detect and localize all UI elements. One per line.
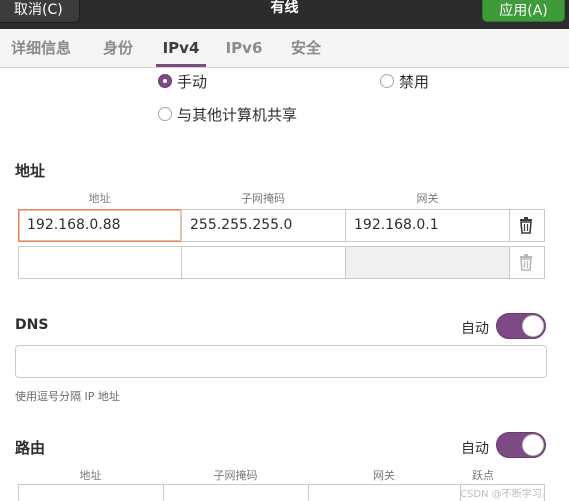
address-input[interactable]: 192.168.0.88 xyxy=(18,209,182,242)
route-netmask-input[interactable] xyxy=(163,484,309,501)
delete-row-button xyxy=(510,246,545,279)
trash-icon xyxy=(520,217,532,234)
tab-details[interactable]: 详细信息 xyxy=(8,29,74,67)
address-input[interactable] xyxy=(18,246,182,279)
column-header-route-gateway: 网关 xyxy=(373,469,395,482)
delete-row-button[interactable] xyxy=(510,209,545,242)
active-tab-indicator xyxy=(156,64,206,67)
trash-icon xyxy=(520,254,532,271)
routes-auto-toggle[interactable] xyxy=(496,432,546,458)
gateway-input xyxy=(345,246,510,279)
tab-ipv4[interactable]: IPv4 xyxy=(158,29,204,67)
toggle-knob xyxy=(522,434,544,456)
netmask-input[interactable]: 255.255.255.0 xyxy=(181,209,346,242)
addresses-heading: 地址 xyxy=(15,162,46,180)
column-header-route-metric: 跃点 xyxy=(472,469,494,482)
watermark: CSDN @不断学习。 xyxy=(460,489,552,500)
dns-auto-label: 自动 xyxy=(461,321,489,337)
dns-auto-toggle[interactable] xyxy=(496,313,546,339)
tab-identity[interactable]: 身份 xyxy=(96,29,140,67)
dns-heading: DNS xyxy=(15,317,49,333)
method-disabled-label: 禁用 xyxy=(399,72,430,91)
toggle-knob xyxy=(522,315,544,337)
column-header-address: 地址 xyxy=(88,192,111,205)
tab-security[interactable]: 安全 xyxy=(285,29,327,67)
routes-auto-label: 自动 xyxy=(461,441,489,457)
radio-unselected-icon[interactable] xyxy=(380,74,394,88)
column-header-route-netmask: 子网掩码 xyxy=(213,469,258,482)
apply-button[interactable]: 应用(A) xyxy=(482,0,565,22)
radio-selected-icon[interactable] xyxy=(158,74,172,88)
netmask-input[interactable] xyxy=(181,246,346,279)
radio-unselected-icon[interactable] xyxy=(158,107,172,121)
column-header-netmask: 子网掩码 xyxy=(241,192,285,205)
route-gateway-input[interactable] xyxy=(308,484,461,501)
route-address-input[interactable] xyxy=(18,484,164,501)
dns-servers-input[interactable] xyxy=(15,345,547,378)
column-header-gateway: 网关 xyxy=(416,192,439,205)
method-manual-option[interactable]: 手动 xyxy=(158,70,207,92)
method-manual-label: 手动 xyxy=(177,72,208,91)
gateway-input[interactable]: 192.168.0.1 xyxy=(345,209,510,242)
method-shared-label: 与其他计算机共享 xyxy=(177,105,298,124)
column-header-route-address: 地址 xyxy=(79,469,102,482)
tab-ipv6[interactable]: IPv6 xyxy=(222,29,266,67)
routes-heading: 路由 xyxy=(15,439,46,457)
method-shared-option[interactable]: 与其他计算机共享 xyxy=(158,103,297,125)
dns-hint: 使用逗号分隔 IP 地址 xyxy=(15,390,120,403)
method-disabled-option[interactable]: 禁用 xyxy=(380,70,429,92)
